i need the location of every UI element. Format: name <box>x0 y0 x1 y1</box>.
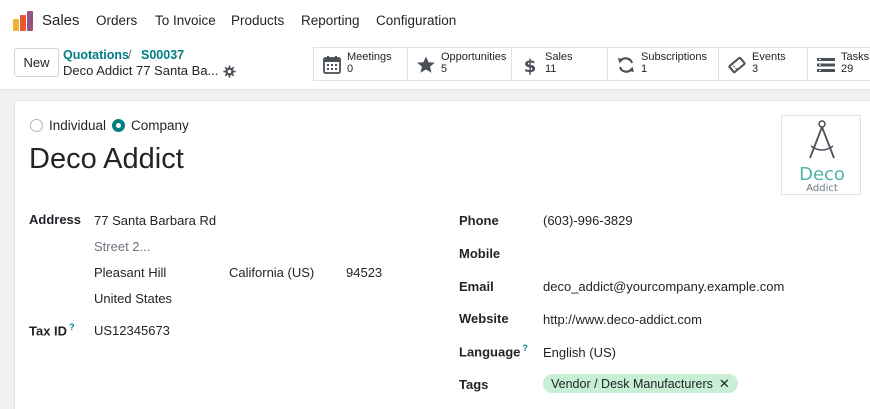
smart-count: 1 <box>641 63 648 75</box>
street2-field[interactable]: Street 2... <box>94 239 150 254</box>
radio-company[interactable]: Company <box>112 118 189 133</box>
smart-button-meetings[interactable]: Meetings 0 <box>313 47 407 81</box>
record-name: Deco Addict 77 Santa Ba... <box>63 63 219 78</box>
smart-button-tasks[interactable]: Tasks 29 <box>807 47 870 81</box>
mobile-label: Mobile <box>459 246 501 261</box>
calendar-icon <box>323 56 341 74</box>
smart-button-events[interactable]: Events 3 <box>718 47 807 81</box>
tag-remove-icon[interactable]: ✕ <box>719 376 730 392</box>
smart-label: Tasks <box>841 51 870 63</box>
ticket-icon <box>728 56 746 74</box>
breadcrumb-quotations[interactable]: Quotations <box>63 48 129 62</box>
svg-text:$: $ <box>524 56 537 75</box>
breadcrumb-order[interactable]: S00037 <box>141 48 184 62</box>
smart-label: Sales <box>545 51 573 63</box>
app-name[interactable]: Sales <box>42 12 80 29</box>
phone-field[interactable]: (603)-996-3829 <box>543 213 633 228</box>
smart-button-sales[interactable]: $ Sales 11 <box>511 47 607 81</box>
smart-count: 11 <box>545 63 557 75</box>
tax-id-label-text: Tax ID <box>29 323 68 339</box>
gear-icon[interactable] <box>223 65 236 78</box>
top-navbar: Sales Orders To Invoice Products Reporti… <box>0 0 870 42</box>
website-field[interactable]: http://www.deco-addict.com <box>543 312 702 327</box>
radio-circle <box>30 119 43 132</box>
tag-badge[interactable]: Vendor / Desk Manufacturers ✕ <box>543 374 738 393</box>
address-label: Address <box>29 212 82 227</box>
refresh-icon <box>618 57 634 73</box>
radio-circle-selected <box>112 119 125 132</box>
radio-label: Individual <box>49 118 107 133</box>
smart-button-subscriptions[interactable]: Subscriptions 1 <box>607 47 718 81</box>
smart-count: 5 <box>441 63 448 75</box>
help-icon[interactable]: ? <box>69 322 75 332</box>
smart-count: 0 <box>347 63 354 75</box>
control-panel: New Quotations / S00037 Deco Addict 77 S… <box>0 42 870 90</box>
website-label: Website <box>459 311 509 326</box>
smart-label: Meetings <box>347 51 392 63</box>
smart-count: 3 <box>752 63 759 75</box>
language-label-text: Language <box>459 344 521 360</box>
state-field[interactable]: California (US) <box>229 265 314 280</box>
menu-products[interactable]: Products <box>231 13 284 28</box>
company-logo[interactable]: Deco Addict <box>781 115 861 195</box>
phone-label: Phone <box>459 213 499 228</box>
email-field[interactable]: deco_addict@yourcompany.example.com <box>543 279 784 294</box>
language-label: Language? <box>459 343 528 359</box>
star-icon <box>417 56 435 73</box>
help-icon[interactable]: ? <box>522 343 528 353</box>
menu-configuration[interactable]: Configuration <box>376 13 456 28</box>
country-field[interactable]: United States <box>94 291 172 306</box>
menu-orders[interactable]: Orders <box>96 13 137 28</box>
mobile-field[interactable] <box>543 246 793 262</box>
radio-label: Company <box>131 118 189 133</box>
zip-field[interactable]: 94523 <box>346 265 382 280</box>
sales-app-icon[interactable] <box>13 11 33 31</box>
dollar-icon: $ <box>524 56 537 75</box>
tax-id-field[interactable]: US12345673 <box>94 323 170 338</box>
logo-text-deco: Deco <box>799 164 845 185</box>
smart-count: 29 <box>841 63 854 75</box>
tags-label: Tags <box>459 377 489 392</box>
smart-button-opportunities[interactable]: Opportunities 5 <box>407 47 511 81</box>
logo-text-addict: Addict <box>806 183 838 194</box>
breadcrumb-separator: / <box>128 48 132 62</box>
street-field[interactable]: 77 Santa Barbara Rd <box>94 213 216 228</box>
radio-individual[interactable]: Individual <box>30 118 106 133</box>
smart-label: Events <box>752 51 786 63</box>
email-label: Email <box>459 279 494 294</box>
tasks-icon <box>817 58 835 72</box>
smart-label: Subscriptions <box>641 51 708 63</box>
partner-name[interactable]: Deco Addict <box>29 143 184 176</box>
smart-label: Opportunities <box>441 51 507 63</box>
new-button[interactable]: New <box>14 48 59 77</box>
compass-icon: Deco Addict <box>799 120 845 194</box>
tax-id-label: Tax ID? <box>29 322 75 338</box>
city-field[interactable]: Pleasant Hill <box>94 265 166 280</box>
language-field[interactable]: English (US) <box>543 345 616 360</box>
menu-to-invoice[interactable]: To Invoice <box>155 13 216 28</box>
tag-label: Vendor / Desk Manufacturers <box>551 376 713 391</box>
menu-reporting[interactable]: Reporting <box>301 13 360 28</box>
